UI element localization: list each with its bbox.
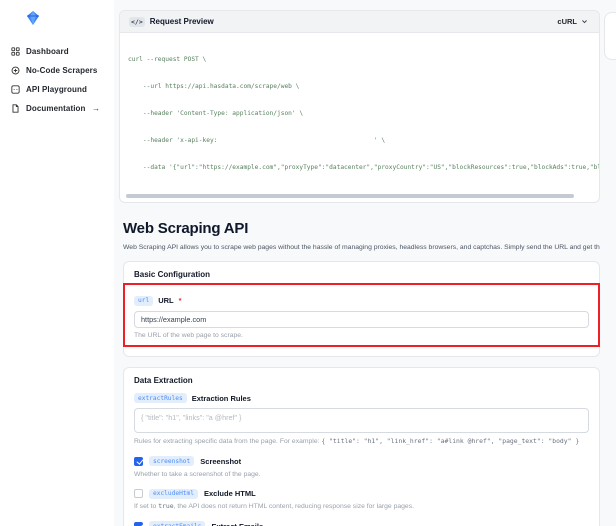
extract-emails-checkbox[interactable] bbox=[134, 521, 143, 526]
sidebar: Dashboard No-Code Scrapers API Playgroun… bbox=[0, 0, 114, 526]
screenshot-label: Screenshot bbox=[200, 456, 242, 466]
helper-code: true bbox=[158, 502, 174, 511]
extraction-rules-textarea[interactable] bbox=[134, 408, 589, 434]
code-line: curl --request POST \ bbox=[128, 55, 207, 63]
extraction-rules-header: extractRules Extraction Rules bbox=[134, 393, 589, 404]
page-title: Web Scraping API bbox=[123, 219, 249, 237]
request-preview-card: </> Request Preview cURL curl --request … bbox=[119, 10, 600, 203]
card-title: Data Extraction bbox=[134, 376, 193, 386]
helper-text: Rules for extracting specific data from … bbox=[134, 437, 322, 445]
sidebar-item-dashboard[interactable]: Dashboard bbox=[0, 42, 114, 61]
sidebar-item-label: Dashboard bbox=[26, 47, 69, 56]
code-line: --data '{"url":"https://example.com","pr… bbox=[142, 163, 599, 171]
card-title: Basic Configuration bbox=[134, 269, 211, 279]
extraction-rules-helper: Rules for extracting specific data from … bbox=[134, 437, 589, 446]
diamond-gem-icon bbox=[27, 11, 39, 25]
hasdata-logo[interactable] bbox=[25, 10, 41, 26]
sidebar-item-label: No-Code Scrapers bbox=[26, 66, 98, 75]
param-badge-screenshot: screenshot bbox=[149, 456, 195, 467]
sidebar-item-no-code-scrapers[interactable]: No-Code Scrapers bbox=[0, 61, 114, 80]
curl-code-block[interactable]: curl --request POST \ --url https://api.… bbox=[120, 33, 599, 193]
annotation-box-url: url URL * The URL of the web page to scr… bbox=[123, 282, 600, 348]
helper-text: If set to bbox=[134, 503, 159, 511]
chevron-down-icon bbox=[582, 20, 587, 24]
url-field-label: URL bbox=[158, 296, 174, 306]
document-icon bbox=[11, 104, 20, 113]
helper-text: , the API does not return HTML content, … bbox=[173, 503, 414, 511]
horizontal-scrollbar[interactable] bbox=[126, 193, 593, 198]
url-input[interactable] bbox=[134, 310, 589, 328]
screenshot-checkbox[interactable] bbox=[134, 456, 143, 466]
extract-emails-option: extractEmails Extract Emails Extract ema… bbox=[134, 521, 589, 526]
helper-code-example: { "title": "h1", "link_href": "a#link @h… bbox=[321, 436, 580, 445]
extraction-rules-label: Extraction Rules bbox=[191, 393, 251, 403]
param-badge-exclude-html: excludeHtml bbox=[149, 488, 198, 499]
extract-emails-label: Extract Emails bbox=[211, 522, 263, 526]
sidebar-item-api-playground[interactable]: API Playground bbox=[0, 80, 114, 99]
basic-configuration-card: Basic Configuration url URL * The URL of… bbox=[123, 260, 600, 358]
sidebar-item-label: Documentation bbox=[26, 104, 86, 113]
page-description: Web Scraping API allows you to scrape we… bbox=[123, 243, 600, 251]
exclude-html-checkbox[interactable] bbox=[134, 489, 143, 499]
data-extraction-card: Data Extraction extractRules Extraction … bbox=[123, 367, 600, 526]
dashboard-grid-icon bbox=[11, 47, 20, 56]
sidebar-item-label: API Playground bbox=[26, 85, 87, 94]
code-line: --url https://api.hasdata.com/scrape/web… bbox=[128, 82, 300, 90]
exclude-html-option: excludeHtml Exclude HTML If set to true,… bbox=[134, 488, 589, 512]
param-badge-extract-rules: extractRules bbox=[134, 393, 187, 404]
param-badge-url: url bbox=[134, 295, 154, 306]
exclude-html-helper: If set to true, the API does not return … bbox=[134, 502, 589, 511]
request-preview-title: Request Preview bbox=[149, 17, 214, 26]
scrollbar-thumb[interactable] bbox=[126, 193, 575, 198]
request-preview-header: </> Request Preview cURL bbox=[120, 11, 599, 33]
param-badge-extract-emails: extractEmails bbox=[149, 521, 206, 526]
right-partial-card bbox=[604, 12, 616, 60]
sidebar-nav: Dashboard No-Code Scrapers API Playgroun… bbox=[0, 42, 114, 118]
scrapers-target-icon bbox=[11, 66, 20, 75]
code-icon: </> bbox=[129, 16, 145, 27]
url-helper-text: The URL of the web page to scrape. bbox=[134, 332, 243, 340]
url-field-header: url URL * bbox=[134, 295, 589, 306]
code-line: --header 'Content-Type: application/json… bbox=[128, 109, 304, 117]
language-selector-value: cURL bbox=[557, 17, 577, 26]
screenshot-helper: Whether to take a screenshot of the page… bbox=[134, 470, 261, 478]
exclude-html-label: Exclude HTML bbox=[203, 489, 256, 499]
screenshot-option: screenshot Screenshot Whether to take a … bbox=[134, 456, 589, 479]
external-arrow-icon: → bbox=[92, 104, 100, 113]
required-asterisk: * bbox=[178, 296, 182, 306]
code-line: --header 'x-api-key: ' \ bbox=[128, 136, 386, 144]
language-selector-dropdown[interactable]: cURL bbox=[555, 16, 590, 27]
sidebar-item-documentation[interactable]: Documentation → bbox=[0, 99, 114, 118]
main-content: </> Request Preview cURL curl --request … bbox=[114, 0, 616, 526]
app-root: Dashboard No-Code Scrapers API Playgroun… bbox=[0, 0, 616, 526]
api-playground-icon bbox=[11, 85, 20, 94]
